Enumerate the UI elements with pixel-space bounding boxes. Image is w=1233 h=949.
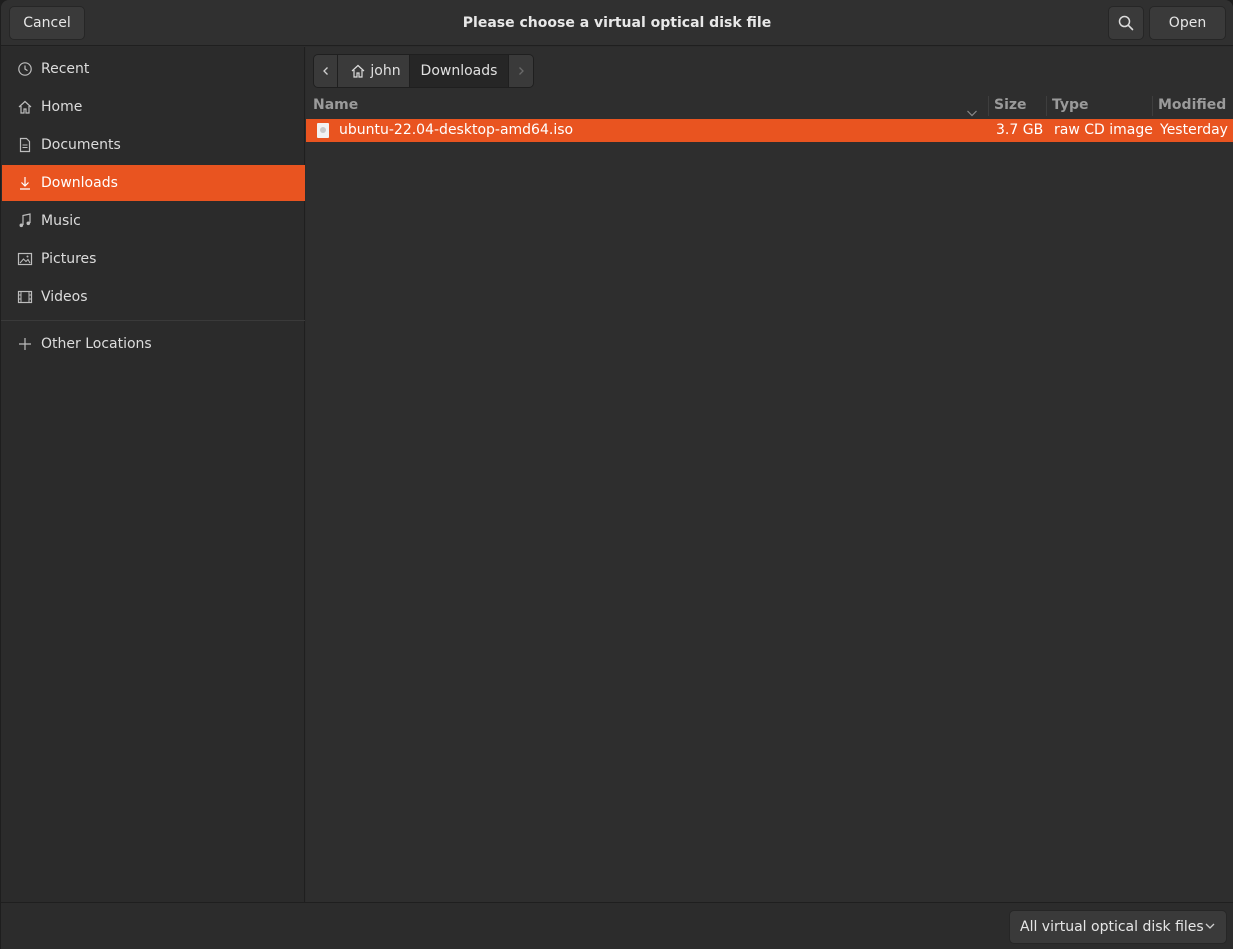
places-sidebar: Recent Home Documents Downloads Music Pi…	[1, 47, 305, 902]
path-segment-home[interactable]: john	[338, 55, 410, 87]
file-name: ubuntu-22.04-desktop-amd64.iso	[339, 122, 574, 138]
file-modified: Yesterday	[1160, 122, 1228, 138]
column-name[interactable]: Name	[313, 93, 358, 118]
column-divider	[1046, 96, 1047, 116]
footer-bar: All virtual optical disk files	[1, 902, 1233, 949]
sidebar-item-label: Recent	[41, 61, 90, 77]
sidebar-item-label: Home	[41, 99, 83, 115]
sidebar-item-downloads[interactable]: Downloads	[2, 165, 305, 201]
sidebar-item-label: Other Locations	[41, 336, 152, 352]
column-header: Name Size Type Modified	[306, 93, 1233, 118]
sidebar-item-home[interactable]: Home	[2, 89, 305, 125]
column-modified[interactable]: Modified	[1158, 93, 1226, 118]
downloads-icon	[16, 174, 34, 192]
sidebar-item-label: Videos	[41, 289, 88, 305]
home-icon	[16, 98, 34, 116]
pictures-icon	[16, 250, 34, 268]
column-divider	[1152, 96, 1153, 116]
path-segment-downloads[interactable]: Downloads	[410, 55, 509, 87]
chevron-right-icon	[519, 67, 524, 75]
sidebar-item-music[interactable]: Music	[2, 203, 305, 239]
sidebar-item-other-locations[interactable]: Other Locations	[2, 326, 305, 362]
plus-icon	[16, 335, 34, 353]
chevron-left-icon	[322, 67, 328, 75]
videos-icon	[16, 288, 34, 306]
path-back-button[interactable]	[314, 55, 338, 87]
table-row[interactable]: ubuntu-22.04-desktop-amd64.iso 3.7 GB ra…	[306, 119, 1233, 142]
search-icon	[1118, 15, 1134, 31]
sidebar-item-label: Music	[41, 213, 81, 229]
sidebar-divider	[1, 320, 305, 321]
open-button[interactable]: Open	[1149, 6, 1226, 40]
path-segment-label: john	[370, 63, 401, 79]
documents-icon	[16, 136, 34, 154]
path-forward-button[interactable]	[509, 55, 533, 87]
sidebar-item-label: Downloads	[41, 175, 118, 191]
header-bar: Cancel Please choose a virtual optical d…	[1, 0, 1233, 46]
chevron-down-icon	[1205, 923, 1215, 929]
sidebar-item-label: Pictures	[41, 251, 97, 267]
column-divider	[988, 96, 989, 116]
file-filter-dropdown[interactable]: All virtual optical disk files	[1009, 910, 1227, 944]
home-icon	[350, 63, 366, 79]
sidebar-item-videos[interactable]: Videos	[2, 279, 305, 315]
file-filter-label: All virtual optical disk files	[1020, 919, 1204, 935]
file-browser: john Downloads Name Size Type Modified u…	[306, 47, 1233, 902]
disc-image-file-icon	[317, 123, 329, 138]
cancel-button[interactable]: Cancel	[9, 6, 85, 40]
sidebar-item-documents[interactable]: Documents	[2, 127, 305, 163]
file-size: 3.7 GB	[996, 122, 1044, 138]
path-bar: john Downloads	[313, 54, 534, 88]
search-button[interactable]	[1108, 6, 1144, 40]
sidebar-item-label: Documents	[41, 137, 121, 153]
sidebar-item-pictures[interactable]: Pictures	[2, 241, 305, 277]
music-icon	[16, 212, 34, 230]
column-type[interactable]: Type	[1052, 93, 1089, 118]
dialog-title: Please choose a virtual optical disk fil…	[462, 15, 772, 31]
recent-icon	[16, 60, 34, 78]
file-chooser-dialog: Cancel Please choose a virtual optical d…	[1, 0, 1233, 949]
column-size[interactable]: Size	[994, 93, 1027, 118]
sidebar-item-recent[interactable]: Recent	[2, 51, 305, 87]
path-segment-label: Downloads	[420, 63, 498, 79]
file-type: raw CD image	[1054, 122, 1153, 138]
